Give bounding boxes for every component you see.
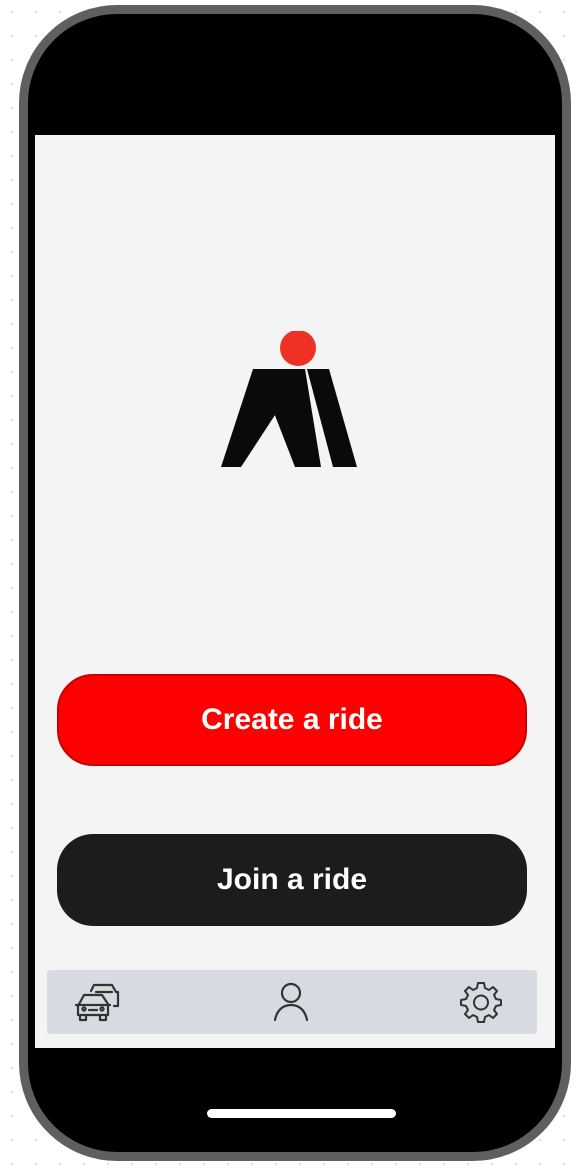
phone-bezel: Create a ride Join a ride	[35, 21, 555, 1145]
join-ride-label: Join a ride	[216, 863, 368, 896]
cars-icon	[75, 983, 120, 1022]
gear-icon	[460, 982, 502, 1023]
home-indicator[interactable]	[207, 1109, 396, 1118]
tab-profile[interactable]	[267, 978, 315, 1026]
bottom-tab-bar	[47, 970, 537, 1034]
logo-dot	[280, 331, 316, 366]
create-ride-label: Create a ride	[201, 703, 383, 736]
canvas: Create a ride Join a ride	[0, 0, 585, 1169]
phone-frame: Create a ride Join a ride	[19, 5, 571, 1161]
create-ride-button[interactable]: Create a ride	[57, 674, 527, 766]
tab-settings[interactable]	[457, 978, 505, 1026]
join-ride-button[interactable]: Join a ride	[57, 834, 527, 926]
app-screen: Create a ride Join a ride	[35, 135, 555, 1048]
app-logo	[221, 331, 357, 467]
user-icon	[273, 982, 309, 1022]
tab-rides[interactable]	[75, 978, 123, 1026]
